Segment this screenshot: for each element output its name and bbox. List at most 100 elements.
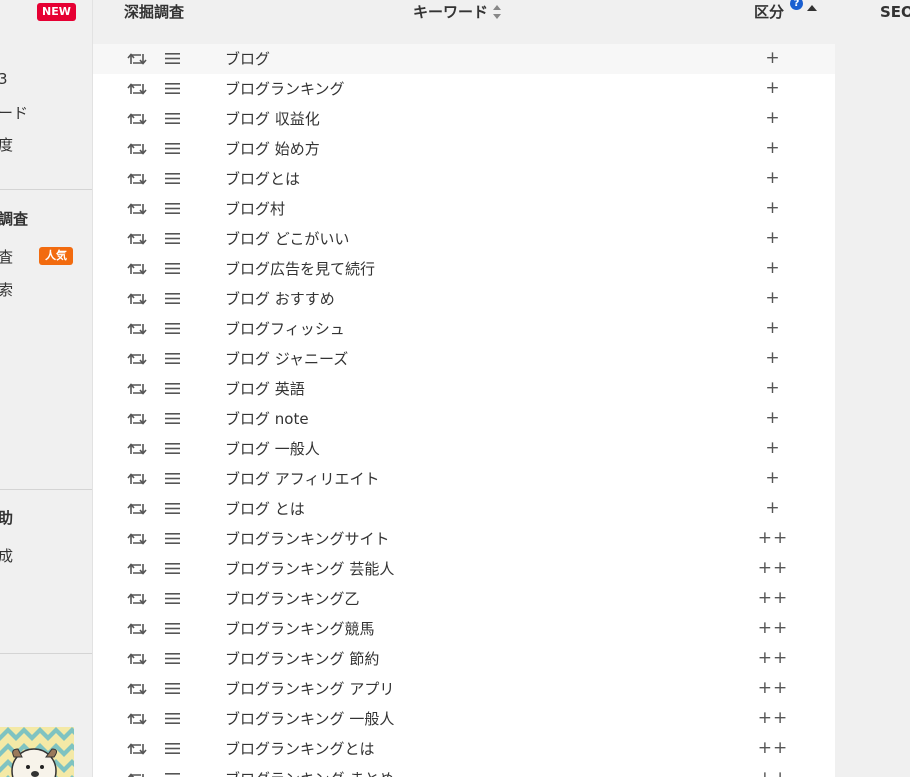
sidebar-item[interactable]: 査 [0,248,13,266]
repeat-icon[interactable] [127,711,147,727]
sidebar-section-heading: 助 [0,509,13,527]
keyword-text[interactable]: ブログランキング [225,79,345,99]
menu-icon[interactable] [165,562,180,575]
repeat-icon[interactable] [127,111,147,127]
menu-icon[interactable] [165,82,180,95]
keyword-text[interactable]: ブログランキング 芸能人 [225,559,394,579]
repeat-icon[interactable] [127,591,147,607]
keyword-text[interactable]: ブログランキング乙 [225,589,360,609]
menu-icon[interactable] [165,322,180,335]
keyword-text[interactable]: ブログ note [225,409,309,429]
keyword-text[interactable]: ブログ とは [225,499,305,519]
menu-icon[interactable] [165,652,180,665]
menu-icon[interactable] [165,382,180,395]
keyword-text[interactable]: ブログフィッシュ [225,319,345,339]
help-icon[interactable]: ? [790,0,803,10]
table-row: ブログ おすすめ + [93,284,835,314]
repeat-icon[interactable] [127,471,147,487]
repeat-icon[interactable] [127,531,147,547]
repeat-icon[interactable] [127,741,147,757]
keyword-text[interactable]: ブログランキング競馬 [225,619,375,639]
repeat-icon[interactable] [127,621,147,637]
repeat-icon[interactable] [127,231,147,247]
table-row: ブログとは + [93,164,835,194]
repeat-icon[interactable] [127,441,147,457]
sort-both-icon[interactable] [492,4,502,20]
keyword-text[interactable]: ブログ広告を見て続行 [225,259,375,279]
category-value: ++ [757,648,789,668]
menu-icon[interactable] [165,292,180,305]
keyword-text[interactable]: ブログとは [225,169,300,189]
keyword-text[interactable]: ブログ どこがいい [225,229,349,249]
keyword-text[interactable]: ブログ 一般人 [225,439,320,459]
keyword-text[interactable]: ブログランキング アプリ [225,679,394,699]
menu-icon[interactable] [165,352,180,365]
menu-icon[interactable] [165,742,180,755]
repeat-icon[interactable] [127,51,147,67]
repeat-icon[interactable] [127,681,147,697]
menu-icon[interactable] [165,172,180,185]
menu-icon[interactable] [165,622,180,635]
sidebar-item[interactable]: 成 [0,547,13,565]
sidebar-item[interactable]: ード [0,104,28,122]
table-row: ブログランキング アプリ ++ [93,674,835,704]
keyword-text[interactable]: ブログランキング 節約 [225,649,379,669]
menu-icon[interactable] [165,772,180,777]
menu-icon[interactable] [165,472,180,485]
repeat-icon[interactable] [127,201,147,217]
keyword-text[interactable]: ブログランキング 一般人 [225,709,394,729]
popular-badge: 人気 [39,247,73,265]
keyword-text[interactable]: ブログ おすすめ [225,289,335,309]
menu-icon[interactable] [165,682,180,695]
sidebar-item[interactable]: 3 [0,70,8,88]
keyword-text[interactable]: ブログランキングとは [225,739,375,759]
menu-icon[interactable] [165,412,180,425]
category-value: ++ [757,588,789,608]
repeat-icon[interactable] [127,561,147,577]
menu-icon[interactable] [165,502,180,515]
repeat-icon[interactable] [127,321,147,337]
menu-icon[interactable] [165,52,180,65]
table-row: ブログ 収益化 + [93,104,835,134]
keyword-text[interactable]: ブログ村 [225,199,285,219]
keyword-text[interactable]: ブログ 英語 [225,379,305,399]
repeat-icon[interactable] [127,771,147,777]
menu-icon[interactable] [165,202,180,215]
category-value: + [765,108,781,128]
table-row: ブログ 英語 + [93,374,835,404]
keyword-text[interactable]: ブログランキング まとめ [225,769,394,777]
repeat-icon[interactable] [127,651,147,667]
keyword-text[interactable]: ブログ [225,49,270,69]
keyword-text[interactable]: ブログランキングサイト [225,529,390,549]
table-row: ブログ広告を見て続行 + [93,254,835,284]
keyword-header[interactable]: キーワード [413,3,502,21]
repeat-icon[interactable] [127,81,147,97]
menu-icon[interactable] [165,442,180,455]
menu-icon[interactable] [165,262,180,275]
sort-ascending-icon[interactable] [807,5,817,11]
sidebar-item[interactable]: 度 [0,136,13,154]
menu-icon[interactable] [165,532,180,545]
repeat-icon[interactable] [127,381,147,397]
repeat-icon[interactable] [127,501,147,517]
seo-header[interactable]: SEO [880,3,910,21]
menu-icon[interactable] [165,142,180,155]
menu-icon[interactable] [165,112,180,125]
sidebar-item[interactable]: 索 [0,281,13,299]
menu-icon[interactable] [165,232,180,245]
repeat-icon[interactable] [127,171,147,187]
category-header[interactable]: 区分 [754,3,784,21]
keyword-text[interactable]: ブログ 始め方 [225,139,320,159]
menu-icon[interactable] [165,712,180,725]
repeat-icon[interactable] [127,291,147,307]
table-row: ブログランキング 節約 ++ [93,644,835,674]
menu-icon[interactable] [165,592,180,605]
keyword-text[interactable]: ブログ ジャニーズ [225,349,348,369]
repeat-icon[interactable] [127,261,147,277]
keyword-text[interactable]: ブログ 収益化 [225,109,320,129]
sidebar-divider [0,489,92,490]
repeat-icon[interactable] [127,411,147,427]
keyword-text[interactable]: ブログ アフィリエイト [225,469,379,489]
repeat-icon[interactable] [127,141,147,157]
repeat-icon[interactable] [127,351,147,367]
